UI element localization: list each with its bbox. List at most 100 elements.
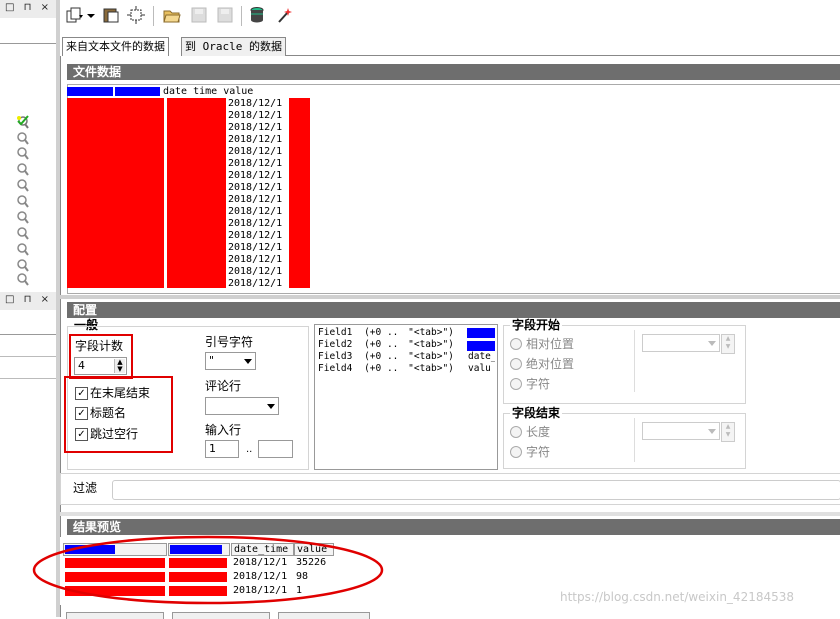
length-label: 长度: [526, 425, 551, 439]
redacted-header: [115, 87, 160, 96]
date-cell: 2018/12/1: [228, 182, 283, 193]
field-name: Field3: [318, 351, 353, 362]
date-cell: 2018/12/1: [228, 218, 283, 229]
date-cell: 2018/12/1: [228, 134, 283, 145]
redacted-column: [67, 98, 164, 288]
left-panel-row[interactable]: [0, 358, 56, 379]
panel-window-buttons[interactable]: □ ⊓ ×: [5, 294, 52, 305]
comment-line-label: 评论行: [205, 379, 242, 393]
check-magnifier-icon[interactable]: [16, 115, 30, 129]
file-data-header: 文件数据: [67, 64, 840, 80]
chevron-down-icon[interactable]: [86, 6, 96, 24]
field-row[interactable]: Field1 (+0 .. "<tab>"): [318, 327, 454, 339]
panel-window-buttons[interactable]: □ ⊓ ×: [5, 2, 52, 13]
date-cell: 2018/12/1: [228, 98, 283, 109]
date-cell: 2018/12/1: [228, 122, 283, 133]
save-as-icon: [217, 7, 233, 23]
divider: [634, 330, 635, 392]
tab-oracle-data[interactable]: 到 Oracle 的数据: [181, 37, 286, 56]
magnifier-icon[interactable]: [16, 131, 30, 145]
magnifier-icon[interactable]: [16, 272, 30, 286]
bottom-button[interactable]: [172, 612, 270, 619]
spinner-arrows-icon[interactable]: ▲ ▼: [721, 334, 735, 354]
input-line-separator: ..: [246, 444, 253, 455]
date-cell: 2018/12/1: [228, 170, 283, 181]
length-radio[interactable]: [510, 426, 522, 438]
toolbar-separator: [153, 6, 154, 26]
save-icon: [191, 7, 207, 23]
field-delim: "<tab>"): [408, 351, 454, 362]
end-char-radio[interactable]: [510, 446, 522, 458]
quote-char-value: ": [209, 354, 215, 367]
field-range: (+0 ..: [364, 327, 399, 338]
spinner-arrows-icon[interactable]: ▲ ▼: [721, 422, 735, 442]
magnifier-icon[interactable]: [16, 194, 30, 208]
end-char-label: 字符: [526, 445, 551, 459]
input-line-from[interactable]: 1: [205, 440, 239, 458]
field-start-select[interactable]: [642, 334, 720, 352]
wand-icon[interactable]: [276, 6, 294, 24]
tab-text-file-data[interactable]: 来自文本文件的数据: [62, 37, 169, 57]
magnifier-icon[interactable]: [16, 258, 30, 272]
field-row[interactable]: Field4 (+0 .. "<tab>"): [318, 363, 454, 375]
field-range: (+0 ..: [364, 339, 399, 350]
left-panel-row[interactable]: [0, 336, 56, 357]
relative-position-label: 相对位置: [526, 337, 575, 351]
field-row[interactable]: Field2 (+0 .. "<tab>"): [318, 339, 454, 351]
redacted-column: [289, 98, 310, 288]
date-cell: 2018/12/1: [228, 194, 283, 205]
copy-dropdown-icon[interactable]: [66, 6, 84, 24]
input-line-to[interactable]: [258, 440, 293, 458]
open-folder-icon[interactable]: [163, 6, 181, 24]
magnifier-icon[interactable]: [16, 146, 30, 160]
bottom-button[interactable]: [66, 612, 164, 619]
filter-label: 过滤: [73, 481, 98, 495]
file-data-header-text: date time value: [163, 86, 254, 97]
database-icon[interactable]: [248, 6, 266, 24]
date-cell: 2018/12/1: [228, 230, 283, 241]
start-char-radio[interactable]: [510, 378, 522, 390]
toolbar-separator: [241, 6, 242, 26]
field-delim: "<tab>"): [408, 339, 454, 350]
start-char-label: 字符: [526, 377, 551, 391]
paste-icon[interactable]: [102, 6, 120, 24]
redacted-target: [467, 328, 495, 338]
magnifier-icon[interactable]: [16, 242, 30, 256]
field-start-title: 字段开始: [510, 318, 563, 332]
field-name: Field2: [318, 339, 353, 350]
date-cell: 2018/12/1: [228, 206, 283, 217]
date-cell: 2018/12/1: [228, 242, 283, 253]
chevron-down-icon: [244, 359, 252, 364]
magnifier-icon[interactable]: [16, 178, 30, 192]
input-line-label: 输入行: [205, 423, 242, 437]
left-panel-header-2: □ ⊓ ×: [0, 292, 56, 310]
preview-header: 结果预览: [67, 519, 840, 535]
field-row[interactable]: Field3 (+0 .. "<tab>"): [318, 351, 454, 363]
left-panel-search[interactable]: [0, 21, 56, 44]
field-range: (+0 ..: [364, 363, 399, 374]
annotation-ellipse: [32, 535, 384, 605]
relative-position-radio[interactable]: [510, 338, 522, 350]
field-target: date_: [468, 351, 495, 362]
bottom-button[interactable]: [278, 612, 370, 619]
quote-char-select[interactable]: ": [205, 352, 256, 370]
field-end-select[interactable]: [642, 422, 720, 440]
field-range: (+0 ..: [364, 351, 399, 362]
redacted-column: [167, 98, 226, 288]
filter-input[interactable]: [112, 480, 840, 500]
absolute-position-label: 绝对位置: [526, 357, 575, 371]
config-header: 配置: [67, 302, 840, 318]
file-data-dates: 2018/12/1 2018/12/1 2018/12/1 2018/12/1 …: [228, 98, 282, 290]
left-panel-row[interactable]: [0, 312, 56, 335]
horizontal-splitter[interactable]: [60, 295, 840, 299]
magnifier-icon[interactable]: [16, 210, 30, 224]
magnifier-icon[interactable]: [16, 162, 30, 176]
comment-line-select[interactable]: [205, 397, 279, 415]
absolute-position-radio[interactable]: [510, 358, 522, 370]
field-target: valu: [468, 363, 491, 374]
magnifier-icon[interactable]: [16, 226, 30, 240]
field-end-title: 字段结束: [510, 406, 563, 420]
field-delim: "<tab>"): [408, 363, 454, 374]
new-step-icon[interactable]: [127, 6, 145, 24]
horizontal-splitter[interactable]: [60, 512, 840, 516]
